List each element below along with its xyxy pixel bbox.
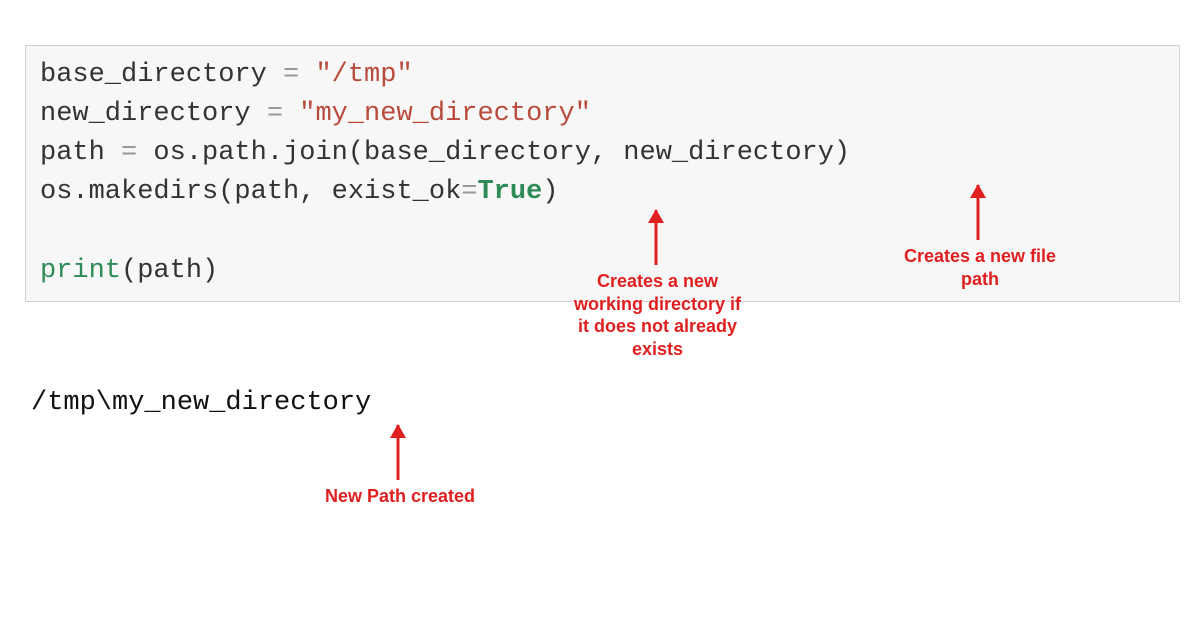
code-line-1: base_directory = "/tmp"	[40, 60, 413, 90]
annotation-makedirs: Creates a new working directory if it do…	[565, 270, 750, 360]
annotation-newpath: New Path created	[310, 485, 490, 508]
arrow-newpath	[390, 425, 406, 480]
code-line-3: path = os.path.join(base_directory, new_…	[40, 138, 850, 168]
annotation-newfilepath: Creates a new file path	[890, 245, 1070, 290]
code-line-6: print(path)	[40, 256, 218, 286]
code-token: path	[40, 138, 121, 168]
code-token-str: "my_new_directory"	[283, 99, 591, 129]
arrow-newfilepath	[970, 185, 986, 240]
code-token-op: =	[283, 60, 299, 90]
output-text: /tmp\my_new_directory	[31, 388, 371, 418]
code-token-str: "/tmp"	[299, 60, 412, 90]
code-line-2: new_directory = "my_new_directory"	[40, 99, 591, 129]
code-token: os.path.join(base_directory, new_directo…	[137, 138, 850, 168]
code-token-op: =	[461, 177, 477, 207]
code-token: (path)	[121, 256, 218, 286]
code-token-op: =	[267, 99, 283, 129]
code-token: os.makedirs(path, exist_ok	[40, 177, 461, 207]
code-token: )	[542, 177, 558, 207]
code-token-op: =	[121, 138, 137, 168]
code-line-4: os.makedirs(path, exist_ok=True)	[40, 177, 559, 207]
code-token-call: print	[40, 256, 121, 286]
code-token-kw: True	[477, 177, 542, 207]
arrow-makedirs	[648, 210, 664, 265]
code-token: new_directory	[40, 99, 267, 129]
code-token: base_directory	[40, 60, 283, 90]
